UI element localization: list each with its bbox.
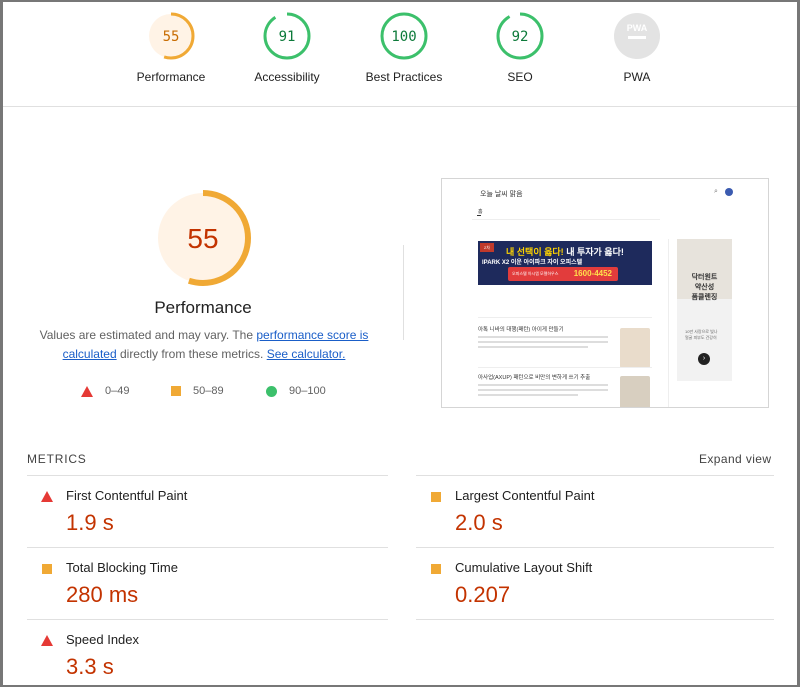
legend-pass-label: 90–100	[289, 385, 326, 397]
metrics-divider	[416, 619, 774, 620]
thumb-side-ad-title: 닥터원트 약산성 폼클렌징	[691, 274, 718, 301]
gauge-seo-ring: 92	[496, 12, 544, 60]
expand-view-button[interactable]: Expand view	[699, 452, 771, 466]
gauge-seo[interactable]: 92 SEO	[465, 12, 575, 84]
thumb-article-2-image	[620, 376, 650, 407]
thumb-article-2: 아사업(AXUP) 패턴으로 비만의 변하게 쓰기 추출	[478, 373, 652, 407]
pass-circle-icon	[266, 385, 277, 397]
lighthouse-report: 55 Performance 91 Accessibility 100 Best…	[3, 2, 797, 685]
gauge-pwa[interactable]: PWA PWA	[582, 12, 692, 84]
thumb-search-icon: ⌕	[714, 188, 718, 195]
final-screenshot-thumbnail[interactable]: 오늘 날씨 맑음 ⌕ 홈 2차 내 선택이 옳다! 내 투자가 옳다! IPAR…	[441, 178, 769, 408]
gauge-best-practices-label: Best Practices	[365, 70, 443, 84]
metrics-divider	[416, 547, 774, 548]
thumb-side-ad-arrow-icon: ›	[698, 353, 710, 365]
legend-average-label: 50–89	[193, 385, 224, 397]
average-square-icon	[431, 564, 441, 574]
fail-triangle-icon	[41, 635, 53, 646]
metric-title: Speed Index	[66, 632, 140, 647]
performance-big-gauge: 55	[155, 190, 251, 286]
estimate-note: Values are estimated and may vary. The p…	[39, 326, 369, 364]
legend-average: 50–89	[171, 385, 224, 397]
metric-value: 0.207	[455, 582, 511, 607]
gauge-best-practices[interactable]: 100 Best Practices	[349, 12, 459, 84]
metric-largest-contentful-paint: Largest Contentful Paint 2.0 s	[416, 478, 776, 542]
gauge-accessibility[interactable]: 91 Accessibility	[232, 12, 342, 84]
metric-value: 1.9 s	[66, 510, 114, 535]
gauge-best-practices-ring: 100	[380, 12, 428, 60]
pwa-icon-text: PWA	[627, 23, 648, 33]
metric-first-contentful-paint: First Contentful Paint 1.9 s	[27, 478, 387, 542]
metric-speed-index: Speed Index 3.3 s	[27, 622, 387, 685]
gauge-performance-ring: 55	[147, 12, 195, 60]
thumb-side-ad-note: 10만 사랑으로 빛나 얼굴 피부도 건강히	[685, 329, 718, 340]
thumb-article-1-image	[620, 328, 650, 368]
gauge-seo-label: SEO	[507, 70, 533, 84]
fail-triangle-icon	[41, 491, 53, 502]
metrics-heading: METRICS	[27, 452, 87, 466]
section-divider	[403, 245, 404, 340]
average-square-icon	[431, 492, 441, 502]
estimate-text: Values are estimated and may vary. The	[39, 328, 257, 342]
thumb-ad-banner: 2차 내 선택이 옳다! 내 투자가 옳다! IPARK X2 이운 아이파크 …	[478, 241, 652, 285]
metric-title: Total Blocking Time	[66, 560, 178, 575]
category-gauges: 55 Performance 91 Accessibility 100 Best…	[3, 2, 797, 107]
metric-title: Cumulative Layout Shift	[455, 560, 593, 575]
thumb-profile-icon	[725, 188, 733, 196]
thumb-banner-phone: 오피스텔 아시엠 모델하우스 1600-4452	[508, 267, 618, 281]
thumb-banner-brand: IPARK X2 이운 아이파크 자이 오피스텔	[482, 260, 583, 266]
thumb-site-title: 오늘 날씨 맑음	[480, 191, 523, 198]
gauge-performance[interactable]: 55 Performance	[116, 12, 226, 84]
gauge-performance-score: 55	[163, 29, 180, 45]
thumb-column-divider	[668, 239, 669, 407]
thumb-article-1: 아톡 니바의 대행(패턴) 아이게 만들기	[478, 325, 652, 377]
average-square-icon	[171, 386, 181, 396]
thumb-tab: 홈	[478, 209, 483, 215]
legend-pass: 90–100	[266, 385, 326, 397]
metrics-divider	[27, 547, 388, 548]
gauge-accessibility-ring: 91	[263, 12, 311, 60]
performance-title: Performance	[154, 298, 252, 317]
legend-fail: 0–49	[81, 385, 129, 397]
metric-value: 3.3 s	[66, 654, 114, 679]
thumb-header-divider	[472, 219, 660, 220]
metric-total-blocking-time: Total Blocking Time 280 ms	[27, 550, 387, 614]
metrics-divider	[416, 475, 774, 476]
thumb-side-ad: 닥터원트 약산성 폼클렌징 10만 사랑으로 빛나 얼굴 피부도 건강히 ›	[677, 239, 732, 381]
gauge-performance-label: Performance	[136, 70, 206, 84]
gauge-seo-score: 92	[512, 29, 529, 45]
estimate-mid: directly from these metrics.	[116, 347, 267, 361]
metric-cumulative-layout-shift: Cumulative Layout Shift 0.207	[416, 550, 776, 614]
metrics-divider	[27, 475, 388, 476]
metrics-divider	[27, 619, 388, 620]
metric-value: 2.0 s	[455, 510, 503, 535]
metric-title: First Contentful Paint	[66, 488, 188, 503]
performance-big-score: 55	[187, 223, 218, 254]
pwa-icon: PWA	[614, 13, 660, 59]
gauge-accessibility-score: 91	[279, 29, 296, 45]
gauge-best-practices-score: 100	[391, 29, 416, 45]
gauge-pwa-label: PWA	[623, 70, 651, 84]
thumb-separator	[478, 367, 652, 368]
see-calculator-link[interactable]: See calculator.	[267, 347, 346, 361]
metric-value: 280 ms	[66, 582, 139, 607]
legend-fail-label: 0–49	[105, 385, 130, 397]
gauge-accessibility-label: Accessibility	[254, 70, 320, 84]
average-square-icon	[42, 564, 52, 574]
fail-triangle-icon	[81, 385, 93, 397]
thumb-separator	[478, 317, 652, 318]
thumb-ad-badge: 2차	[480, 243, 494, 252]
thumb-tab-underline	[477, 215, 481, 216]
metric-title: Largest Contentful Paint	[455, 488, 595, 503]
